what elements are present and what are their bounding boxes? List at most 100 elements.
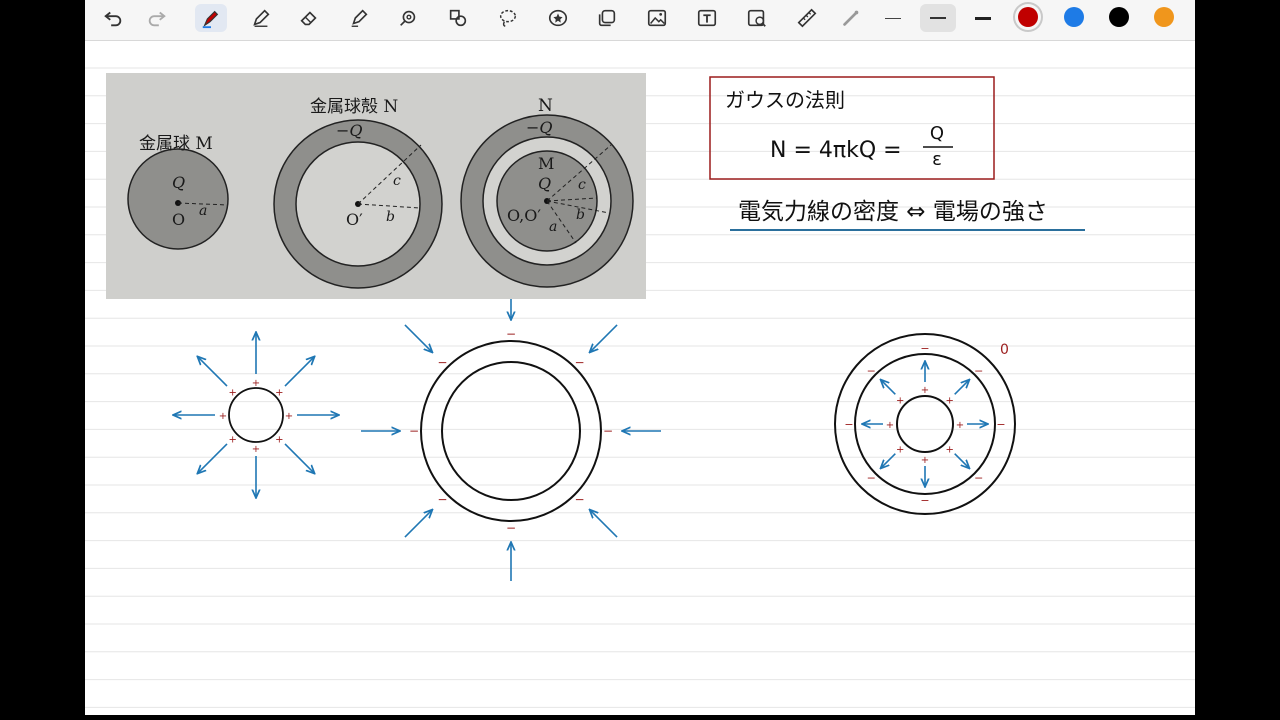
active-pen-button[interactable] [195, 4, 227, 32]
minus-charge: − [996, 418, 1005, 431]
plus-charge: + [886, 420, 894, 431]
field-density-note: 電気力線の密度 ⇔ 電場の強さ [738, 199, 1048, 225]
color-swatch-3[interactable] [1109, 7, 1129, 27]
pen-icon [253, 9, 270, 27]
field-line-arrow [954, 453, 969, 468]
zero-charge-mark: 0 [1000, 342, 1009, 358]
highlighter-icon [351, 9, 368, 27]
plus-charge: + [946, 395, 954, 406]
combined-sphere-charge: Q [538, 174, 551, 193]
minus-charge: − [575, 355, 585, 369]
plus-charge: + [219, 411, 227, 422]
field-line-arrow [404, 324, 432, 352]
toolbar [85, 0, 1195, 41]
minus-charge: − [974, 364, 983, 377]
copy-button[interactable] [591, 4, 623, 32]
plus-charge: + [228, 434, 236, 445]
sphere-m-title: 金属球 M [139, 134, 213, 154]
minus-charge: − [506, 327, 516, 341]
gauss-law-denominator: ε [932, 149, 942, 170]
field-line-arrow [590, 324, 618, 352]
shell-n-title: 金属球殻 N [310, 97, 398, 117]
gauss-law-formula: N = 4πkQ = [770, 138, 902, 163]
plus-charge: + [946, 445, 954, 456]
plus-charge: + [921, 455, 929, 466]
field-line-arrow [198, 357, 228, 387]
textbook-diagram: 金属球 M Q O a 金属球殻 N −Q O′ b c N −Q M Q O,… [127, 96, 634, 289]
shape-tool-button[interactable] [392, 4, 424, 32]
plus-charge: + [275, 434, 283, 445]
color-swatch-4[interactable] [1154, 7, 1174, 27]
field-line-arrow [881, 453, 896, 468]
field-line-arrow [881, 380, 896, 395]
stroke-medium-button[interactable] [920, 4, 956, 32]
sphere-m-charge: Q [172, 173, 185, 192]
color-swatch-1[interactable] [1018, 7, 1038, 27]
bluetooth-pen-icon [202, 10, 219, 29]
minus-charge: − [844, 418, 853, 431]
gauss-law-title: ガウスの法則 [725, 88, 845, 112]
redo-button[interactable] [141, 4, 173, 32]
color-swatch-2[interactable] [1064, 7, 1084, 27]
highlighter-button[interactable] [343, 4, 375, 32]
shell-n-center: O′ [346, 210, 363, 229]
minus-charge: − [437, 355, 447, 369]
minus-charge: − [575, 493, 585, 507]
image-icon [647, 9, 667, 27]
field-line-arrow [284, 357, 314, 387]
radius-b-label: b [386, 209, 395, 225]
undo-button[interactable] [97, 4, 129, 32]
text-button[interactable] [691, 4, 723, 32]
field-line-arrow [284, 443, 314, 473]
field-line-arrow [954, 380, 969, 395]
laser-icon [843, 10, 859, 26]
sticker-icon [548, 9, 568, 27]
minus-charge: − [409, 424, 419, 438]
element-tool-button[interactable] [442, 4, 474, 32]
plus-charge: + [921, 385, 929, 396]
redo-icon [148, 11, 166, 27]
camera-icon [747, 9, 766, 27]
camera-button[interactable] [741, 4, 773, 32]
radius-c-label: c [393, 173, 401, 189]
stroke-thin-button[interactable] [875, 4, 911, 32]
minus-charge: − [920, 342, 929, 355]
eraser-button[interactable] [293, 4, 325, 32]
combined-radius-c: c [578, 177, 586, 193]
element-tool-icon [449, 9, 467, 27]
plus-charge: + [896, 445, 904, 456]
copy-icon [598, 9, 616, 27]
text-icon [697, 9, 717, 27]
field-line-arrow [198, 443, 228, 473]
combined-radius-b: b [576, 207, 585, 223]
image-button[interactable] [641, 4, 673, 32]
plus-charge: + [896, 395, 904, 406]
shape-tool-icon [400, 10, 416, 26]
minus-charge: − [506, 521, 516, 535]
ruler-button[interactable] [791, 4, 823, 32]
plus-charge: + [275, 388, 283, 399]
plus-charge: + [285, 411, 293, 422]
stroke-thick-button[interactable] [965, 4, 1001, 32]
undo-icon [104, 11, 122, 27]
combined-outer-circle [834, 333, 1016, 515]
minus-charge: − [974, 472, 983, 485]
combined-shell-charge: −Q [526, 118, 553, 137]
sticker-button[interactable] [542, 4, 574, 32]
field-line-arrow [590, 510, 618, 538]
combined-radius-a: a [549, 219, 557, 235]
pen-button[interactable] [245, 4, 277, 32]
field-line-arrow [404, 510, 432, 538]
lasso-button[interactable] [492, 4, 524, 32]
laser-button[interactable] [835, 4, 867, 32]
sphere-m-center: O [172, 210, 185, 229]
combined-center: O,O′ [507, 206, 541, 225]
minus-charge: − [603, 424, 613, 438]
plus-charge: + [252, 378, 260, 389]
notebook-page[interactable]: ガウスの法則 N = 4πkQ = Qε 電気力線の密度 ⇔ 電場の強さ + + + + + + +… [85, 41, 1195, 715]
shell-n-charge: −Q [336, 121, 363, 140]
radius-a-label: a [199, 203, 207, 219]
gauss-law-numerator: Q [930, 123, 944, 144]
ruler-icon [797, 8, 817, 28]
lasso-icon [499, 9, 517, 27]
